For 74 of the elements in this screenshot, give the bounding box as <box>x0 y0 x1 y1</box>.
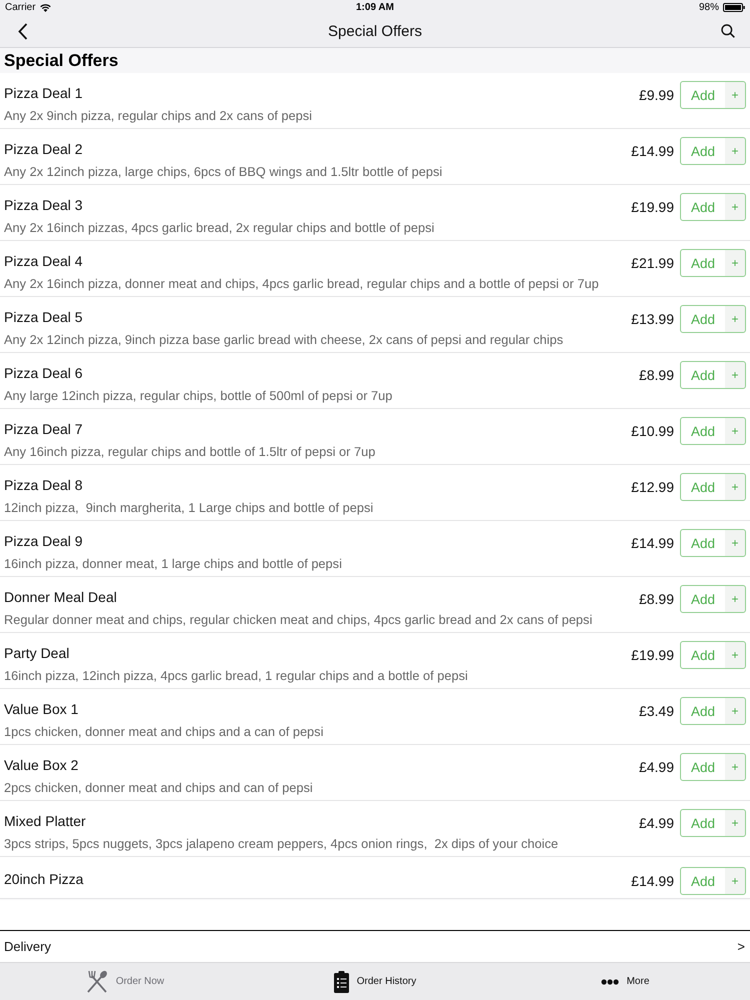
item-name: Party Deal <box>4 644 70 663</box>
add-button[interactable]: Add + <box>680 867 746 895</box>
add-button[interactable]: Add + <box>680 193 746 221</box>
item-description: Any 2x 16inch pizza, donner meat and chips, 4pcs garlic bread, regular chips and a bottle of pepsi or 7up <box>4 275 599 293</box>
item-price: £19.99 <box>631 647 674 663</box>
item-name: 20inch Pizza <box>4 870 84 889</box>
item-description: Any 2x 16inch pizzas, 4pcs garlic bread, 2x regular chips and bottle of pepsi <box>4 219 434 237</box>
item-description: Any 2x 9inch pizza, regular chips and 2x cans of pepsi <box>4 107 312 125</box>
add-button[interactable]: Add + <box>680 641 746 669</box>
item-name: Mixed Platter <box>4 812 87 831</box>
add-button[interactable]: Add + <box>680 249 746 277</box>
item-price: £8.99 <box>638 591 674 607</box>
item-name: Pizza Deal 4 <box>4 252 84 271</box>
wifi-icon <box>40 4 51 12</box>
add-button[interactable]: Add + <box>680 529 746 557</box>
item-price: £19.99 <box>631 199 674 215</box>
tab-bar-item[interactable]: Order History <box>250 963 500 1000</box>
add-button[interactable]: Add + <box>680 753 746 781</box>
add-button[interactable]: Add + <box>680 137 746 165</box>
item-name: Donner Meal Deal <box>4 588 118 607</box>
search-icon[interactable] <box>721 24 735 38</box>
add-button[interactable]: Add + <box>680 585 746 613</box>
item-description: 12inch pizza, 9inch margherita, 1 Large chips and bottle of pepsi <box>4 499 374 517</box>
add-button[interactable]: Add + <box>680 417 746 445</box>
item-description: Any 2x 12inch pizza, large chips, 6pcs of BBQ wings and 1.5ltr bottle of pepsi <box>4 163 442 181</box>
item-name: Pizza Deal 8 <box>4 476 84 495</box>
time-label: 1:09 AM <box>356 2 394 13</box>
item-name: Value Box 1 <box>4 700 80 719</box>
add-button[interactable]: Add + <box>680 697 746 725</box>
item-description: 1pcs chicken, donner meat and chips and a can of pepsi <box>4 723 324 741</box>
tab-bar-item[interactable]: More <box>500 963 750 1000</box>
item-name: Pizza Deal 1 <box>4 84 84 103</box>
item-name: Pizza Deal 5 <box>4 308 84 327</box>
item-name: Pizza Deal 6 <box>4 364 84 383</box>
item-name: Value Box 2 <box>4 756 80 775</box>
add-button[interactable]: Add + <box>680 361 746 389</box>
item-price: £21.99 <box>631 255 674 271</box>
add-button[interactable]: Add + <box>680 81 746 109</box>
item-price: £12.99 <box>631 479 674 495</box>
clipboard-list-icon <box>334 970 349 992</box>
add-button[interactable]: Add + <box>680 305 746 333</box>
item-description: Any 2x 12inch pizza, 9inch pizza base garlic bread with cheese, 2x cans of pepsi and regular chips <box>4 331 564 349</box>
item-description: Regular donner meat and chips, regular chicken meat and chips, 4pcs garlic bread and 2x cans of pepsi <box>4 611 592 629</box>
chevron-left-icon[interactable] <box>18 22 28 40</box>
carrier-label: Carrier <box>5 2 36 13</box>
item-description: Any large 12inch pizza, regular chips, bottle of 500ml of pepsi or 7up <box>4 387 392 405</box>
fork-spoon-icon <box>86 970 108 994</box>
nav-title: Special Offers <box>327 22 423 40</box>
item-description: 2pcs chicken, donner meat and chips and can of pepsi <box>4 779 313 797</box>
item-name: Pizza Deal 3 <box>4 196 84 215</box>
item-price: £4.99 <box>638 759 674 775</box>
item-name: Pizza Deal 2 <box>4 140 84 159</box>
item-price: £14.99 <box>631 143 674 159</box>
item-description: 3pcs strips, 5pcs nuggets, 3pcs jalapeno cream peppers, 4pcs onion rings, 2x dips of your choice <box>4 835 558 853</box>
item-price: £13.99 <box>631 311 674 327</box>
item-description: Any 16inch pizza, regular chips and bottle of 1.5ltr of pepsi or 7up <box>4 443 376 461</box>
item-price: £14.99 <box>631 535 674 551</box>
tab-bar-item[interactable]: Order Now <box>0 963 250 1000</box>
item-price: £9.99 <box>638 87 674 103</box>
item-price: £3.49 <box>638 703 674 719</box>
item-description: 16inch pizza, 12inch pizza, 4pcs garlic bread, 1 regular chips and a bottle of pepsi <box>4 667 468 685</box>
item-price: £4.99 <box>638 815 674 831</box>
add-button[interactable]: Add + <box>680 809 746 837</box>
more-dots-icon <box>600 978 619 984</box>
battery-percentage: 98% <box>698 2 719 13</box>
item-price: £8.99 <box>638 367 674 383</box>
section-header: Special Offers <box>0 48 750 73</box>
item-name: Pizza Deal 7 <box>4 420 84 439</box>
item-name: Pizza Deal 9 <box>4 532 84 551</box>
battery-icon <box>723 3 745 12</box>
item-price: £14.99 <box>631 873 674 889</box>
item-price: £10.99 <box>631 423 674 439</box>
add-button[interactable]: Add + <box>680 473 746 501</box>
item-description: 16inch pizza, donner meat, 1 large chips and bottle of pepsi <box>4 555 342 573</box>
